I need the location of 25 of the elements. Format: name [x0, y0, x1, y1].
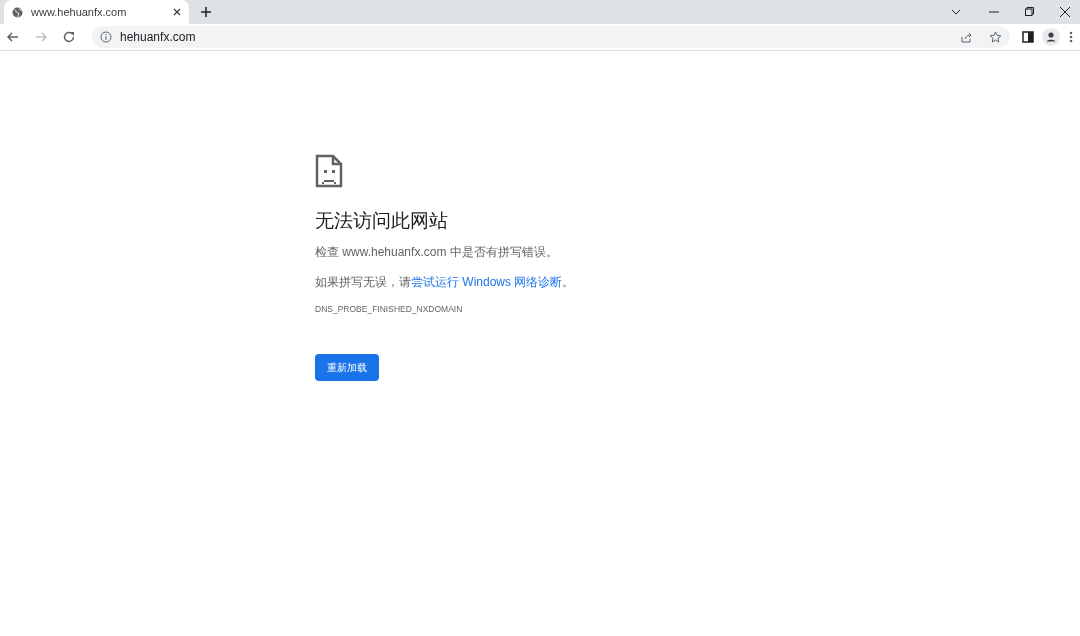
browser-tab[interactable]: www.hehuanfx.com [4, 0, 189, 24]
reload-button[interactable]: 重新加载 [315, 353, 379, 381]
side-panel-icon[interactable] [1022, 31, 1034, 43]
share-icon[interactable] [960, 30, 973, 44]
back-arrow-icon[interactable] [6, 30, 20, 44]
error-heading: 无法访问此网站 [315, 210, 449, 233]
restore-icon[interactable] [1025, 7, 1034, 16]
new-tab-icon[interactable] [201, 7, 211, 17]
diagnostics-link[interactable]: 尝试运行 Windows 网络诊断 [411, 274, 563, 289]
diagnostics-suggestion-text: 如果拼写无误，请尝试运行 Windows 网络诊断。 [315, 273, 576, 291]
globe-icon [12, 6, 23, 18]
profile-avatar-icon[interactable] [1042, 28, 1060, 46]
star-icon[interactable] [989, 30, 1002, 44]
address-bar[interactable]: hehuanfx.com [92, 26, 1010, 48]
menu-icon[interactable] [1068, 30, 1074, 44]
close-icon[interactable] [1060, 7, 1070, 17]
chevron-down-icon[interactable] [951, 9, 961, 15]
close-icon[interactable] [173, 8, 181, 16]
url-text: hehuanfx.com [120, 29, 196, 46]
error-code: DNS_PROBE_FINISHED_NXDOMAIN [315, 302, 464, 316]
sad-page-icon [315, 154, 343, 188]
reload-icon[interactable] [62, 30, 76, 44]
tab-title: www.hehuanfx.com [31, 4, 128, 20]
info-icon[interactable] [100, 31, 112, 43]
check-spelling-text: 检查 www.hehuanfx.com 中是否有拼写错误。 [315, 243, 559, 261]
